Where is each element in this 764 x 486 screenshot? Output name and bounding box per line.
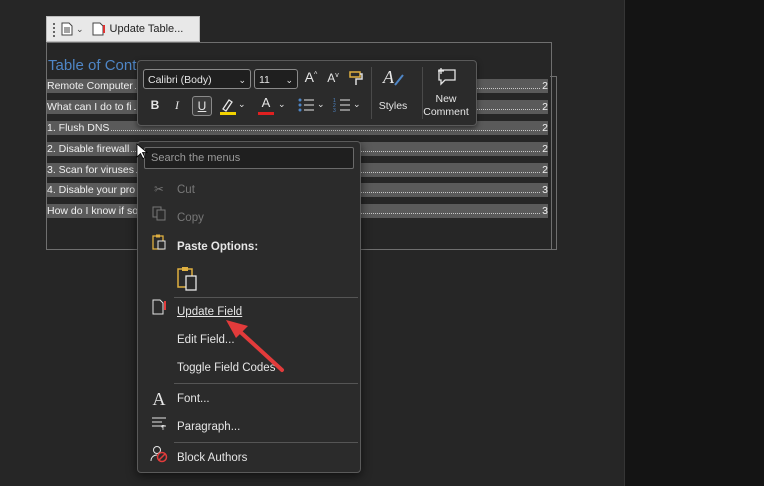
svg-text:¶: ¶ xyxy=(161,425,165,430)
update-document-icon xyxy=(92,22,105,36)
paste-keep-text-button[interactable] xyxy=(176,266,202,292)
bullets-button[interactable] xyxy=(296,97,316,116)
numbered-list-icon: 123 xyxy=(333,98,350,114)
menu-heading-paste-options: Paste Options: xyxy=(138,234,360,260)
chevron-down-icon: ⌄ xyxy=(285,75,293,85)
chevron-down-icon[interactable]: ⌄ xyxy=(317,99,325,110)
menu-item-toggle-field-codes[interactable]: Toggle Field Codes xyxy=(138,355,360,381)
toc-bracket xyxy=(550,76,557,250)
right-dark-pane xyxy=(624,0,764,486)
font-size-select[interactable]: 11 ⌄ xyxy=(254,69,298,89)
italic-button[interactable]: I xyxy=(168,98,186,113)
highlight-button[interactable] xyxy=(218,97,238,118)
mouse-cursor-icon xyxy=(136,143,148,159)
font-name-select[interactable]: Calibri (Body) ⌄ xyxy=(143,69,251,89)
paste-icon xyxy=(177,267,197,291)
styles-icon: A xyxy=(380,65,406,92)
svg-text:3: 3 xyxy=(333,108,336,113)
paragraph-icon: ¶ xyxy=(148,414,170,440)
document-icon xyxy=(61,22,73,36)
font-color-button[interactable]: A xyxy=(256,95,276,115)
menu-item-cut[interactable]: ✂ Cut xyxy=(138,177,360,203)
bullet-list-icon xyxy=(298,98,314,112)
menu-item-paragraph[interactable]: ¶ Paragraph... xyxy=(138,414,360,440)
menu-divider xyxy=(174,297,358,298)
new-comment-button[interactable]: New Comment xyxy=(420,93,472,119)
format-painter-icon xyxy=(349,71,363,85)
font-icon: A xyxy=(152,389,166,409)
update-table-label: Update Table... xyxy=(109,23,184,35)
toolbar-divider xyxy=(371,67,372,119)
mini-toolbar: Calibri (Body) ⌄ 11 ⌄ A^ Av A Styles New C… xyxy=(137,60,477,126)
menu-search-input[interactable]: Search the menus xyxy=(144,147,354,169)
chevron-down-icon[interactable]: ⌄ xyxy=(278,99,286,110)
format-painter-button[interactable] xyxy=(346,69,366,90)
new-comment-icon xyxy=(432,67,462,90)
context-menu: Search the menus ✂ Cut Copy Paste Option… xyxy=(137,141,361,473)
menu-item-edit-field[interactable]: Edit Field... xyxy=(138,327,360,353)
toc-field-toolbar: ⌄ Update Table... xyxy=(46,16,200,42)
underline-button[interactable]: U xyxy=(192,96,212,116)
svg-text:A: A xyxy=(382,67,395,87)
update-table-button[interactable]: Update Table... xyxy=(92,22,184,36)
menu-item-update-field[interactable]: Update Field xyxy=(138,299,360,325)
chevron-down-icon[interactable]: ⌄ xyxy=(353,99,361,110)
chevron-down-icon[interactable]: ⌄ xyxy=(238,99,246,110)
copy-icon xyxy=(148,205,170,231)
drag-handle-icon[interactable] xyxy=(51,22,59,36)
menu-divider xyxy=(174,383,358,384)
toc-title: Table of Cont xyxy=(48,57,137,74)
chevron-down-icon: ⌄ xyxy=(238,75,246,85)
grow-font-button[interactable]: A^ xyxy=(302,69,320,85)
menu-divider xyxy=(174,442,358,443)
scissors-icon: ✂ xyxy=(154,184,164,196)
update-field-icon xyxy=(148,299,170,325)
chevron-down-icon: ⌄ xyxy=(76,23,84,34)
numbering-button[interactable]: 123 xyxy=(332,97,352,116)
highlighter-icon xyxy=(220,99,236,115)
shrink-font-button[interactable]: Av xyxy=(324,71,342,85)
bold-button[interactable]: B xyxy=(146,98,164,112)
styles-button[interactable]: Styles xyxy=(374,100,412,112)
block-authors-icon xyxy=(148,445,170,473)
menu-item-block-authors[interactable]: Block Authors xyxy=(138,445,360,471)
clipboard-icon xyxy=(148,234,170,260)
menu-item-copy[interactable]: Copy xyxy=(138,205,360,231)
menu-item-font[interactable]: A Font... xyxy=(138,386,360,412)
toc-options-button[interactable]: ⌄ xyxy=(61,22,84,36)
